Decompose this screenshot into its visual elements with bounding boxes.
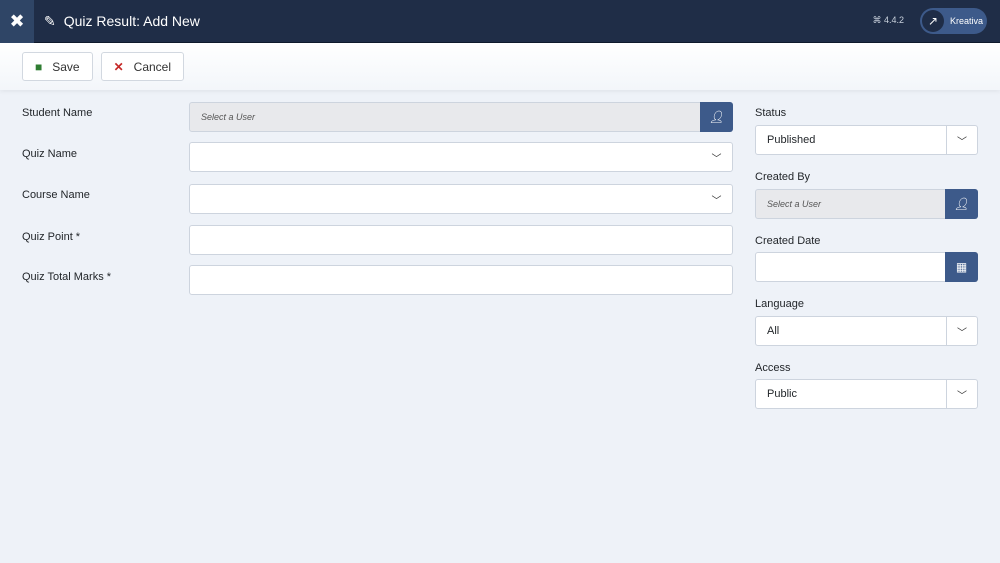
chevron-down-icon: ﹀ [946,317,977,345]
edit-icon: ✎ [44,12,56,29]
chevron-down-icon: ﹀ [946,380,977,408]
user-menu-button[interactable]: ↗ Kreativa [920,8,987,34]
student-name-field[interactable]: Select a User 👤︎ [189,102,733,132]
course-name-select[interactable]: ﹀ [189,184,733,214]
created-date-input[interactable]: ▦ [755,252,978,282]
user-icon: 👤︎ [953,197,970,211]
close-icon: ✕ [113,59,124,74]
quiz-name-select[interactable]: ﹀ [189,142,733,172]
chevron-down-icon: ﹀ [711,195,722,207]
chevron-down-icon: ﹀ [711,153,722,165]
student-name-label: Student Name [22,107,93,119]
quiz-point-input[interactable] [189,225,733,255]
page-title: ✎ Quiz Result: Add New [44,12,200,30]
access-label: Access [755,362,791,374]
save-icon: ■ [35,59,43,74]
status-select[interactable]: Published ﹀ [755,125,978,155]
created-by-label: Created By [755,171,811,183]
calendar-icon: ▦ [955,260,968,274]
joomla-logo-icon[interactable]: ✖ [0,0,34,43]
created-by-field[interactable]: Select a User 👤︎ [755,189,978,219]
version-label: ⌘ 4.4.2 [872,15,904,25]
save-button[interactable]: ■ Save [22,52,93,81]
chevron-down-icon: ﹀ [946,126,977,154]
external-link-icon: ↗ [922,10,944,32]
user-select-button[interactable]: 👤︎ [700,102,733,132]
header: ✖ ✎ Quiz Result: Add New ⌘ 4.4.2 ↗ Kreativ… [0,0,1000,43]
calendar-button[interactable]: ▦ [945,252,978,282]
language-label: Language [755,298,804,310]
user-select-button[interactable]: 👤︎ [945,189,978,219]
status-label: Status [755,107,787,119]
cancel-button[interactable]: ✕ Cancel [100,52,185,81]
quiz-total-marks-label: Quiz Total Marks * [22,271,112,283]
created-date-label: Created Date [755,235,821,247]
user-icon: 👤︎ [708,110,725,124]
toolbar: ■ Save ✕ Cancel [0,43,1000,90]
quiz-total-marks-input[interactable] [189,265,733,295]
course-name-label: Course Name [22,189,90,201]
access-select[interactable]: Public ﹀ [755,379,978,409]
quiz-point-label: Quiz Point * [22,231,81,243]
language-select[interactable]: All ﹀ [755,316,978,346]
quiz-name-label: Quiz Name [22,148,78,160]
